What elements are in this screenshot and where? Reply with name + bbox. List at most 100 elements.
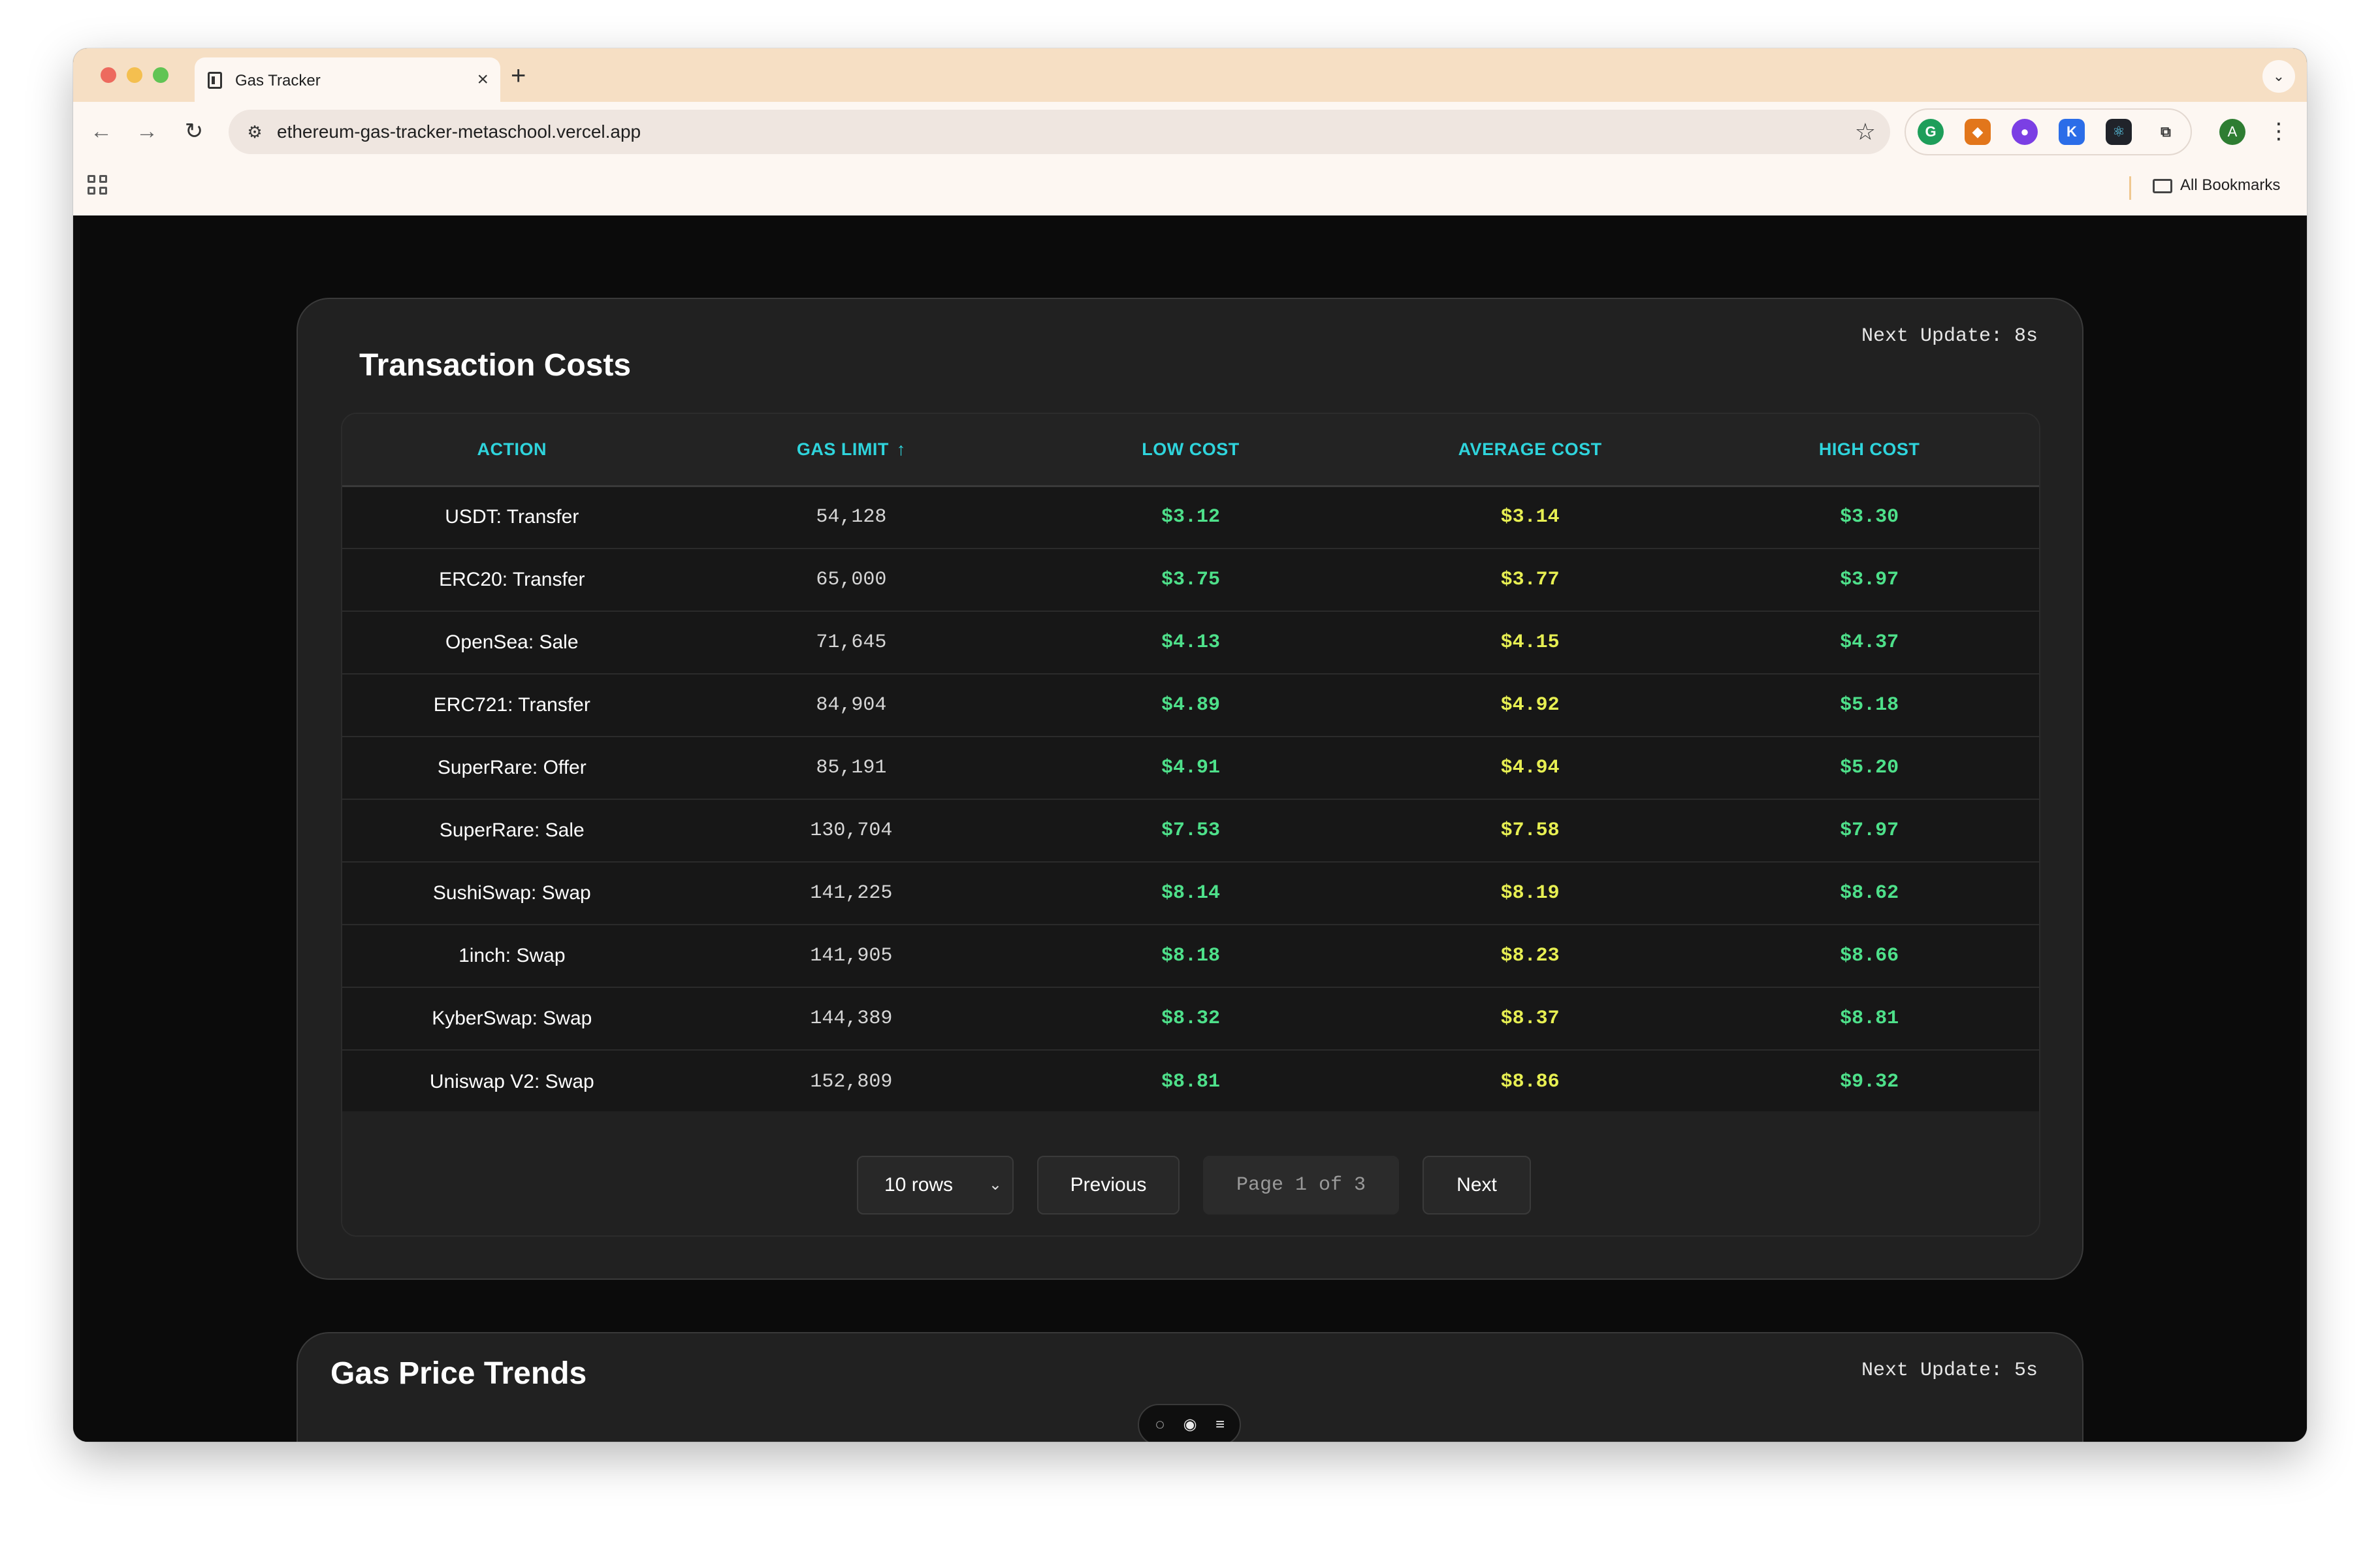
- pagination-bar: 10 rows ⌄ Previous Page 1 of 3 Next: [342, 1111, 2039, 1235]
- eye-icon[interactable]: ◉: [1180, 1414, 1200, 1435]
- column-header-high-cost[interactable]: HIGH COST: [1699, 414, 2039, 486]
- high-cost-cell: $8.81: [1840, 1008, 1899, 1030]
- high-cost-cell: $3.30: [1840, 506, 1899, 529]
- browser-toolbar: ← → ↻ ⚙ ethereum-gas-tracker-metaschool.…: [73, 102, 2307, 162]
- tab-search-chevron-icon[interactable]: ⌄: [2262, 60, 2295, 93]
- gas-limit-cell: 152,809: [810, 1070, 893, 1093]
- extensions-puzzle-icon[interactable]: ⧉: [2153, 119, 2179, 145]
- react-devtools-extension-icon[interactable]: ⚛: [2106, 119, 2132, 145]
- high-cost-cell: $7.97: [1840, 819, 1899, 842]
- gas-limit-cell: 84,904: [816, 694, 887, 716]
- forward-arrow-icon[interactable]: →: [131, 115, 163, 148]
- low-cost-cell: $8.81: [1161, 1070, 1220, 1093]
- action-cell: Uniswap V2: Swap: [429, 1070, 594, 1092]
- next-page-button[interactable]: Next: [1423, 1156, 1531, 1215]
- close-tab-icon[interactable]: ×: [477, 67, 489, 93]
- column-header-low-cost[interactable]: LOW COST: [1021, 414, 1360, 486]
- table-row: Uniswap V2: Swap 152,809 $8.81 $8.86 $9.32: [342, 1050, 2039, 1113]
- bookmarks-divider: [2129, 176, 2131, 200]
- minimize-window-button[interactable]: [127, 67, 142, 83]
- low-cost-cell: $7.53: [1161, 819, 1220, 842]
- action-cell: USDT: Transfer: [445, 506, 579, 528]
- high-cost-cell: $9.32: [1840, 1070, 1899, 1093]
- action-cell: KyberSwap: Swap: [432, 1008, 592, 1029]
- gas-limit-cell: 141,905: [810, 945, 893, 967]
- high-cost-cell: $4.37: [1840, 631, 1899, 654]
- rows-per-page-value: 10 rows: [884, 1174, 954, 1196]
- average-cost-cell: $4.92: [1500, 694, 1560, 716]
- profile-avatar[interactable]: A: [2219, 119, 2245, 145]
- action-cell: ERC20: Transfer: [439, 569, 585, 590]
- apps-grid-icon[interactable]: [88, 175, 111, 199]
- favicon-icon: [208, 72, 222, 89]
- gas-trends-next-update-timer: Next Update: 5s: [1861, 1359, 2038, 1382]
- previous-page-button[interactable]: Previous: [1037, 1156, 1180, 1215]
- low-cost-cell: $4.13: [1161, 631, 1220, 654]
- browser-menu-icon[interactable]: ⋮: [2268, 115, 2290, 148]
- action-cell: SuperRare: Offer: [437, 757, 587, 778]
- color-extension-icon[interactable]: ●: [2012, 119, 2038, 145]
- gas-limit-cell: 130,704: [810, 819, 893, 842]
- floating-toolbar: ◌ ◉ ≡: [1138, 1404, 1241, 1442]
- high-cost-cell: $5.20: [1840, 757, 1899, 779]
- list-icon[interactable]: ≡: [1210, 1414, 1230, 1435]
- low-cost-cell: $3.75: [1161, 569, 1220, 591]
- average-cost-cell: $8.19: [1500, 882, 1560, 904]
- chevron-down-icon: ⌄: [988, 1176, 1002, 1194]
- action-cell: SuperRare: Sale: [439, 819, 585, 841]
- low-cost-cell: $8.32: [1161, 1008, 1220, 1030]
- rows-per-page-select[interactable]: 10 rows ⌄: [857, 1156, 1014, 1215]
- table-row: KyberSwap: Swap 144,389 $8.32 $8.37 $8.81: [342, 987, 2039, 1050]
- maximize-window-button[interactable]: [153, 67, 169, 83]
- url-text[interactable]: ethereum-gas-tracker-metaschool.vercel.a…: [277, 121, 641, 142]
- metamask-extension-icon[interactable]: ◆: [1965, 119, 1991, 145]
- bookmark-star-icon[interactable]: ☆: [1855, 116, 1876, 148]
- folder-icon: [2153, 178, 2172, 193]
- high-cost-cell: $8.62: [1840, 882, 1899, 904]
- gas-limit-cell: 71,645: [816, 631, 887, 654]
- address-bar[interactable]: ⚙ ethereum-gas-tracker-metaschool.vercel…: [229, 110, 1890, 154]
- page-indicator: Page 1 of 3: [1203, 1156, 1399, 1215]
- column-header-average-cost[interactable]: AVERAGE COST: [1360, 414, 1700, 486]
- average-cost-cell: $7.58: [1500, 819, 1560, 842]
- average-cost-cell: $4.15: [1500, 631, 1560, 654]
- back-arrow-icon[interactable]: ←: [85, 115, 118, 148]
- gas-limit-cell: 54,128: [816, 506, 887, 529]
- low-cost-cell: $8.18: [1161, 945, 1220, 967]
- average-cost-cell: $3.77: [1500, 569, 1560, 591]
- new-tab-icon[interactable]: +: [511, 57, 526, 94]
- grammarly-extension-icon[interactable]: G: [1918, 119, 1944, 145]
- browser-tab[interactable]: Gas Tracker ×: [195, 57, 500, 102]
- action-cell: SushiSwap: Swap: [432, 882, 591, 904]
- extensions-group: G ◆ ● K ⚛ ⧉: [1905, 108, 2192, 155]
- average-cost-cell: $4.94: [1500, 757, 1560, 779]
- table-row: 1inch: Swap 141,905 $8.18 $8.23 $8.66: [342, 925, 2039, 987]
- table-row: USDT: Transfer 54,128 $3.12 $3.14 $3.30: [342, 486, 2039, 548]
- reload-icon[interactable]: ↻: [178, 115, 210, 148]
- bookmarks-bar: All Bookmarks: [73, 162, 2307, 215]
- transaction-costs-card: Transaction Costs Next Update: 8s ACTION…: [297, 298, 2083, 1280]
- next-update-timer: Next Update: 8s: [1861, 325, 2038, 347]
- gas-limit-cell: 85,191: [816, 757, 887, 779]
- column-header-gas-limit[interactable]: GAS LIMIT ↑: [682, 414, 1021, 486]
- all-bookmarks-label: All Bookmarks: [2180, 176, 2281, 194]
- high-cost-cell: $3.97: [1840, 569, 1899, 591]
- column-header-action[interactable]: ACTION: [342, 414, 682, 486]
- table-row: SushiSwap: Swap 141,225 $8.14 $8.19 $8.62: [342, 862, 2039, 925]
- low-cost-cell: $4.91: [1161, 757, 1220, 779]
- transaction-costs-table-container: ACTION GAS LIMIT ↑ LOW COST AVERAGE COST …: [341, 413, 2040, 1237]
- k-extension-icon[interactable]: K: [2059, 119, 2085, 145]
- average-cost-cell: $3.14: [1500, 506, 1560, 529]
- close-window-button[interactable]: [101, 67, 116, 83]
- table-row: SuperRare: Offer 85,191 $4.91 $4.94 $5.20: [342, 737, 2039, 799]
- comment-icon[interactable]: ◌: [1150, 1414, 1170, 1435]
- gas-price-trends-title: Gas Price Trends: [330, 1356, 587, 1391]
- site-settings-icon[interactable]: ⚙: [242, 119, 268, 145]
- all-bookmarks-button[interactable]: All Bookmarks: [2153, 176, 2280, 195]
- average-cost-cell: $8.37: [1500, 1008, 1560, 1030]
- table-row: SuperRare: Sale 130,704 $7.53 $7.58 $7.97: [342, 799, 2039, 862]
- high-cost-cell: $5.18: [1840, 694, 1899, 716]
- tab-strip: Gas Tracker × + ⌄: [73, 48, 2307, 102]
- table-row: OpenSea: Sale 71,645 $4.13 $4.15 $4.37: [342, 611, 2039, 674]
- table-header-row: ACTION GAS LIMIT ↑ LOW COST AVERAGE COST …: [342, 414, 2039, 486]
